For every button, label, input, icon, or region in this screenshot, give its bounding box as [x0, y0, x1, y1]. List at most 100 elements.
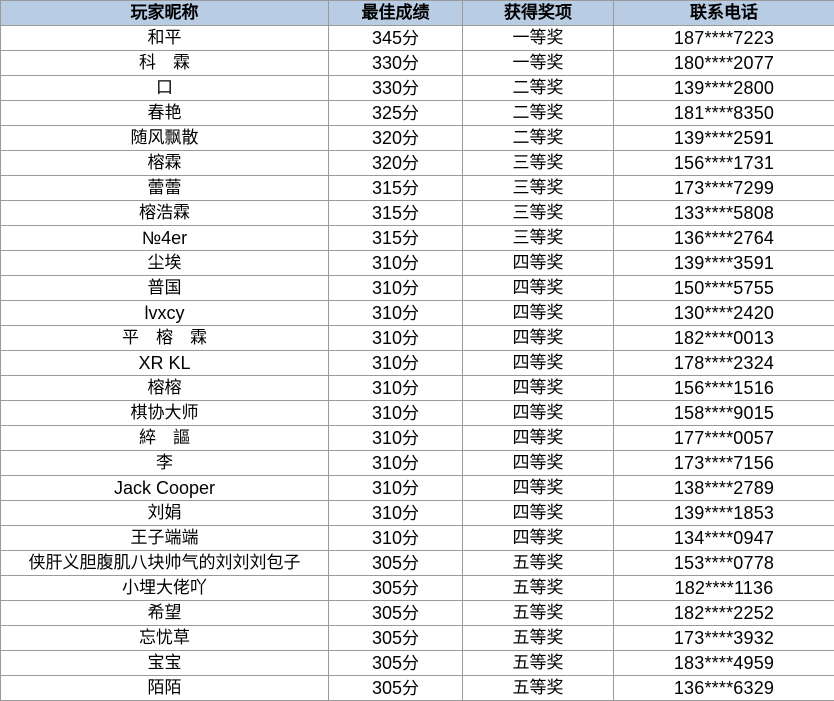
cell-score[interactable]: 310分 [328, 275, 463, 301]
cell-phone[interactable]: 153****0778 [613, 550, 834, 576]
cell-nickname[interactable]: 蕾蕾 [0, 175, 329, 201]
cell-phone[interactable]: 177****0057 [613, 425, 834, 451]
cell-score[interactable]: 310分 [328, 425, 463, 451]
cell-nickname[interactable]: 小埋大佬吖 [0, 575, 329, 601]
cell-prize[interactable]: 四等奖 [462, 400, 614, 426]
cell-nickname[interactable]: 普国 [0, 275, 329, 301]
cell-prize[interactable]: 四等奖 [462, 525, 614, 551]
cell-nickname[interactable]: 陌陌 [0, 675, 329, 701]
cell-nickname[interactable]: 棋协大师 [0, 400, 329, 426]
cell-prize[interactable]: 四等奖 [462, 350, 614, 376]
cell-prize[interactable]: 五等奖 [462, 575, 614, 601]
cell-score[interactable]: 330分 [328, 50, 463, 76]
cell-score[interactable]: 310分 [328, 250, 463, 276]
cell-phone[interactable]: 139****1853 [613, 500, 834, 526]
cell-score[interactable]: 320分 [328, 150, 463, 176]
cell-score[interactable]: 310分 [328, 500, 463, 526]
cell-prize[interactable]: 五等奖 [462, 625, 614, 651]
cell-prize[interactable]: 四等奖 [462, 450, 614, 476]
cell-phone[interactable]: 187****7223 [613, 25, 834, 51]
cell-prize[interactable]: 四等奖 [462, 425, 614, 451]
cell-score[interactable]: 330分 [328, 75, 463, 101]
cell-prize[interactable]: 三等奖 [462, 150, 614, 176]
cell-prize[interactable]: 五等奖 [462, 675, 614, 701]
cell-phone[interactable]: 136****2764 [613, 225, 834, 251]
cell-phone[interactable]: 136****6329 [613, 675, 834, 701]
cell-nickname[interactable]: 随风飘散 [0, 125, 329, 151]
cell-prize[interactable]: 四等奖 [462, 375, 614, 401]
cell-phone[interactable]: 156****1731 [613, 150, 834, 176]
cell-phone[interactable]: 156****1516 [613, 375, 834, 401]
cell-phone[interactable]: 138****2789 [613, 475, 834, 501]
cell-phone[interactable]: 173****3932 [613, 625, 834, 651]
cell-prize[interactable]: 五等奖 [462, 600, 614, 626]
cell-nickname[interactable]: 榕霖 [0, 150, 329, 176]
cell-score[interactable]: 315分 [328, 225, 463, 251]
cell-nickname[interactable]: 李 [0, 450, 329, 476]
cell-prize[interactable]: 一等奖 [462, 50, 614, 76]
cell-score[interactable]: 310分 [328, 525, 463, 551]
cell-phone[interactable]: 180****2077 [613, 50, 834, 76]
cell-prize[interactable]: 一等奖 [462, 25, 614, 51]
cell-score[interactable]: 305分 [328, 675, 463, 701]
cell-phone[interactable]: 139****2800 [613, 75, 834, 101]
cell-prize[interactable]: 三等奖 [462, 175, 614, 201]
cell-prize[interactable]: 二等奖 [462, 100, 614, 126]
cell-prize[interactable]: 二等奖 [462, 125, 614, 151]
cell-phone[interactable]: 139****2591 [613, 125, 834, 151]
cell-nickname[interactable]: 王子端端 [0, 525, 329, 551]
cell-prize[interactable]: 四等奖 [462, 275, 614, 301]
cell-prize[interactable]: 三等奖 [462, 225, 614, 251]
cell-nickname[interactable]: 忘忧草 [0, 625, 329, 651]
cell-nickname[interactable]: 春艳 [0, 100, 329, 126]
cell-score[interactable]: 305分 [328, 650, 463, 676]
cell-phone[interactable]: 133****5808 [613, 200, 834, 226]
cell-score[interactable]: 320分 [328, 125, 463, 151]
cell-score[interactable]: 305分 [328, 625, 463, 651]
cell-score[interactable]: 345分 [328, 25, 463, 51]
cell-phone[interactable]: 182****1136 [613, 575, 834, 601]
cell-score[interactable]: 325分 [328, 100, 463, 126]
cell-nickname[interactable]: 榕浩霖 [0, 200, 329, 226]
header-nickname[interactable]: 玩家昵称 [0, 0, 329, 26]
cell-score[interactable]: 305分 [328, 550, 463, 576]
cell-phone[interactable]: 173****7156 [613, 450, 834, 476]
cell-score[interactable]: 310分 [328, 300, 463, 326]
cell-score[interactable]: 315分 [328, 175, 463, 201]
cell-score[interactable]: 310分 [328, 450, 463, 476]
cell-nickname[interactable]: Jack Cooper [0, 475, 329, 501]
cell-phone[interactable]: 183****4959 [613, 650, 834, 676]
cell-score[interactable]: 305分 [328, 600, 463, 626]
cell-nickname[interactable]: 希望 [0, 600, 329, 626]
cell-nickname[interactable]: lvxcy [0, 300, 329, 326]
cell-nickname[interactable]: 尘埃 [0, 250, 329, 276]
cell-phone[interactable]: 139****3591 [613, 250, 834, 276]
cell-score[interactable]: 315分 [328, 200, 463, 226]
cell-score[interactable]: 310分 [328, 350, 463, 376]
header-score[interactable]: 最佳成绩 [328, 0, 463, 26]
cell-phone[interactable]: 178****2324 [613, 350, 834, 376]
cell-prize[interactable]: 四等奖 [462, 250, 614, 276]
cell-prize[interactable]: 二等奖 [462, 75, 614, 101]
cell-nickname[interactable]: 口 [0, 75, 329, 101]
cell-phone[interactable]: 173****7299 [613, 175, 834, 201]
cell-nickname[interactable]: 侠肝义胆腹肌八块帅气的刘刘刘包子 [0, 550, 329, 576]
cell-nickname[interactable]: 平 榕 霖 [0, 325, 329, 351]
cell-phone[interactable]: 134****0947 [613, 525, 834, 551]
cell-prize[interactable]: 四等奖 [462, 500, 614, 526]
cell-nickname[interactable]: №4er [0, 225, 329, 251]
cell-prize[interactable]: 四等奖 [462, 475, 614, 501]
cell-phone[interactable]: 182****0013 [613, 325, 834, 351]
cell-score[interactable]: 310分 [328, 375, 463, 401]
cell-prize[interactable]: 五等奖 [462, 650, 614, 676]
cell-prize[interactable]: 三等奖 [462, 200, 614, 226]
cell-score[interactable]: 310分 [328, 400, 463, 426]
cell-phone[interactable]: 181****8350 [613, 100, 834, 126]
header-phone[interactable]: 联系电话 [613, 0, 834, 26]
cell-nickname[interactable]: 綷 謳 [0, 425, 329, 451]
cell-prize[interactable]: 五等奖 [462, 550, 614, 576]
cell-prize[interactable]: 四等奖 [462, 325, 614, 351]
cell-nickname[interactable]: 科 霖 [0, 50, 329, 76]
cell-phone[interactable]: 150****5755 [613, 275, 834, 301]
header-prize[interactable]: 获得奖项 [462, 0, 614, 26]
